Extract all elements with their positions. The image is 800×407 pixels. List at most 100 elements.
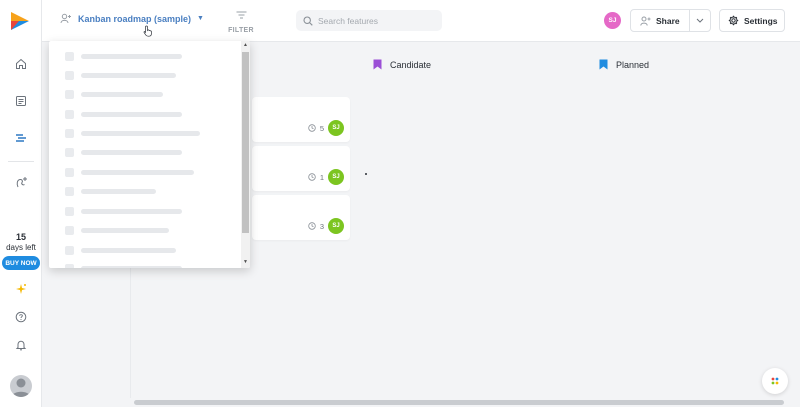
skeleton-checkbox bbox=[65, 89, 74, 99]
feature-card[interactable]: 1 SJ bbox=[252, 146, 350, 191]
settings-button[interactable]: Settings bbox=[719, 9, 785, 32]
left-sidebar: 15 days left BUY NOW bbox=[0, 0, 42, 407]
skeleton-bar bbox=[81, 111, 182, 117]
bell-icon[interactable] bbox=[11, 335, 31, 355]
help-icon[interactable] bbox=[11, 307, 31, 327]
skeleton-bar bbox=[81, 149, 182, 155]
settings-label: Settings bbox=[744, 15, 778, 26]
search-icon bbox=[303, 15, 313, 26]
card-count: 5 bbox=[319, 123, 324, 133]
skeleton-row bbox=[65, 147, 182, 157]
skeleton-row bbox=[65, 109, 182, 119]
sidebar-divider bbox=[8, 161, 34, 162]
document-icon[interactable] bbox=[11, 91, 31, 111]
card-meta: 5 SJ bbox=[308, 120, 344, 136]
skeleton-row bbox=[65, 206, 182, 216]
column-header-planned[interactable]: Planned bbox=[599, 59, 649, 70]
buy-now-button[interactable]: BUY NOW bbox=[2, 256, 40, 270]
skeleton-bar bbox=[81, 169, 194, 175]
filter-button[interactable]: FILTER bbox=[228, 7, 254, 34]
logo-icon[interactable] bbox=[9, 10, 31, 32]
column-label: Candidate bbox=[390, 59, 432, 70]
skeleton-bar bbox=[81, 53, 182, 59]
card-avatar[interactable]: SJ bbox=[328, 169, 344, 185]
skeleton-checkbox bbox=[65, 70, 74, 80]
skeleton-bar bbox=[81, 208, 182, 214]
scrollbar-thumb[interactable] bbox=[242, 52, 249, 233]
home-icon[interactable] bbox=[11, 54, 31, 74]
stray-dot bbox=[365, 173, 367, 175]
skeleton-row bbox=[65, 128, 200, 138]
clock-icon bbox=[308, 222, 316, 230]
skeleton-row bbox=[65, 89, 163, 99]
skeleton-checkbox bbox=[65, 147, 74, 157]
skeleton-bar bbox=[81, 91, 163, 97]
profile-avatar[interactable] bbox=[10, 375, 32, 397]
card-avatar[interactable]: SJ bbox=[328, 120, 344, 136]
sparkle-icon[interactable] bbox=[11, 279, 31, 299]
apps-icon bbox=[771, 377, 779, 385]
skeleton-checkbox bbox=[65, 263, 74, 268]
chevron-down-icon: ▼ bbox=[197, 15, 204, 22]
share-options-button[interactable] bbox=[690, 10, 710, 31]
share-button[interactable]: Share bbox=[631, 10, 689, 31]
clock-icon bbox=[308, 173, 316, 181]
skeleton-checkbox bbox=[65, 186, 74, 196]
roadmap-selector[interactable]: Kanban roadmap (sample) ▼ bbox=[60, 13, 204, 24]
scroll-up-icon[interactable]: ▲ bbox=[243, 42, 248, 48]
skeleton-bar bbox=[81, 72, 176, 78]
column-header-candidate[interactable]: Candidate bbox=[373, 59, 431, 70]
skeleton-bar bbox=[81, 227, 169, 233]
dropdown-scrollbar[interactable]: ▲ ▼ bbox=[241, 41, 250, 268]
search-box[interactable] bbox=[296, 10, 442, 31]
apps-button[interactable] bbox=[762, 368, 788, 394]
skeleton-row bbox=[65, 70, 176, 80]
skeleton-checkbox bbox=[65, 206, 74, 216]
bookmark-icon bbox=[599, 59, 608, 70]
skeleton-bar bbox=[81, 130, 200, 136]
top-bar: Kanban roadmap (sample) ▼ FILTER SJ Shar… bbox=[42, 0, 800, 42]
hand-cursor-icon bbox=[143, 25, 152, 37]
chevron-down-icon bbox=[696, 18, 704, 23]
trial-counter: 15 days left bbox=[0, 232, 42, 252]
skeleton-row bbox=[65, 225, 169, 235]
skeleton-checkbox bbox=[65, 167, 74, 177]
roadmap-title: Kanban roadmap (sample) bbox=[78, 13, 192, 24]
filter-icon bbox=[236, 11, 246, 19]
column-label: Planned bbox=[616, 59, 650, 70]
share-button-group: Share bbox=[630, 9, 711, 32]
trial-label: days left bbox=[6, 243, 36, 252]
skeleton-bar bbox=[81, 247, 176, 253]
feature-card[interactable]: 3 SJ bbox=[252, 195, 350, 240]
scroll-down-icon[interactable]: ▼ bbox=[243, 259, 248, 265]
search-input[interactable] bbox=[318, 15, 438, 26]
skeleton-bar bbox=[81, 265, 182, 268]
skeleton-row bbox=[65, 186, 156, 196]
roadmap-icon[interactable] bbox=[11, 128, 31, 148]
feature-card[interactable]: 5 SJ bbox=[252, 97, 350, 142]
skeleton-checkbox bbox=[65, 245, 74, 255]
roadmap-dropdown: ▲ ▼ bbox=[49, 41, 250, 268]
card-meta: 1 SJ bbox=[308, 169, 344, 185]
skeleton-row bbox=[65, 263, 182, 268]
skeleton-checkbox bbox=[65, 109, 74, 119]
card-meta: 3 SJ bbox=[308, 218, 344, 234]
skeleton-row bbox=[65, 167, 194, 177]
add-user-icon bbox=[60, 13, 71, 24]
trial-days: 15 bbox=[15, 232, 26, 242]
skeleton-checkbox bbox=[65, 225, 74, 235]
skeleton-row bbox=[65, 245, 176, 255]
card-avatar[interactable]: SJ bbox=[328, 218, 344, 234]
skeleton-checkbox bbox=[65, 51, 74, 61]
skeleton-bar bbox=[81, 188, 156, 194]
skeleton-checkbox bbox=[65, 128, 74, 138]
clock-icon bbox=[308, 124, 316, 132]
skeleton-row bbox=[65, 51, 182, 61]
gear-icon bbox=[728, 15, 739, 26]
filter-label: FILTER bbox=[228, 27, 254, 34]
card-count: 1 bbox=[319, 172, 324, 182]
add-idea-icon[interactable] bbox=[11, 172, 31, 192]
horizontal-scrollbar[interactable] bbox=[134, 400, 784, 405]
user-avatar[interactable]: SJ bbox=[604, 12, 621, 29]
bookmark-icon bbox=[373, 59, 382, 70]
